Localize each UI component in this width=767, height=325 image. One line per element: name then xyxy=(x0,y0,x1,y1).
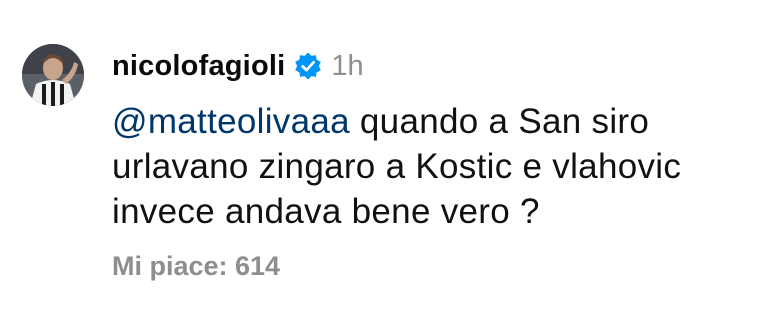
mention-link[interactable]: @matteolivaaa xyxy=(112,102,350,141)
comment-line-3: invece andava bene vero ? xyxy=(112,192,540,231)
comment-header: nicolofagioli 1h xyxy=(112,46,364,86)
username[interactable]: nicolofagioli xyxy=(112,50,285,83)
likes-count[interactable]: Mi piace: 614 xyxy=(112,251,280,282)
avatar[interactable] xyxy=(22,44,84,106)
comment: nicolofagioli 1h @matteolivaaa quando a … xyxy=(0,0,767,325)
comment-line-2: urlavano zingaro a Kostic e vlahovic xyxy=(112,147,682,186)
comment-text: @matteolivaaa quando a San siro urlavano… xyxy=(112,99,752,234)
comment-line-1-text: quando a San siro xyxy=(349,102,650,141)
verified-badge-icon xyxy=(293,51,323,81)
timestamp: 1h xyxy=(331,49,364,82)
avatar-image xyxy=(22,44,84,106)
comment-line-1: @matteolivaaa quando a San siro xyxy=(112,99,752,144)
